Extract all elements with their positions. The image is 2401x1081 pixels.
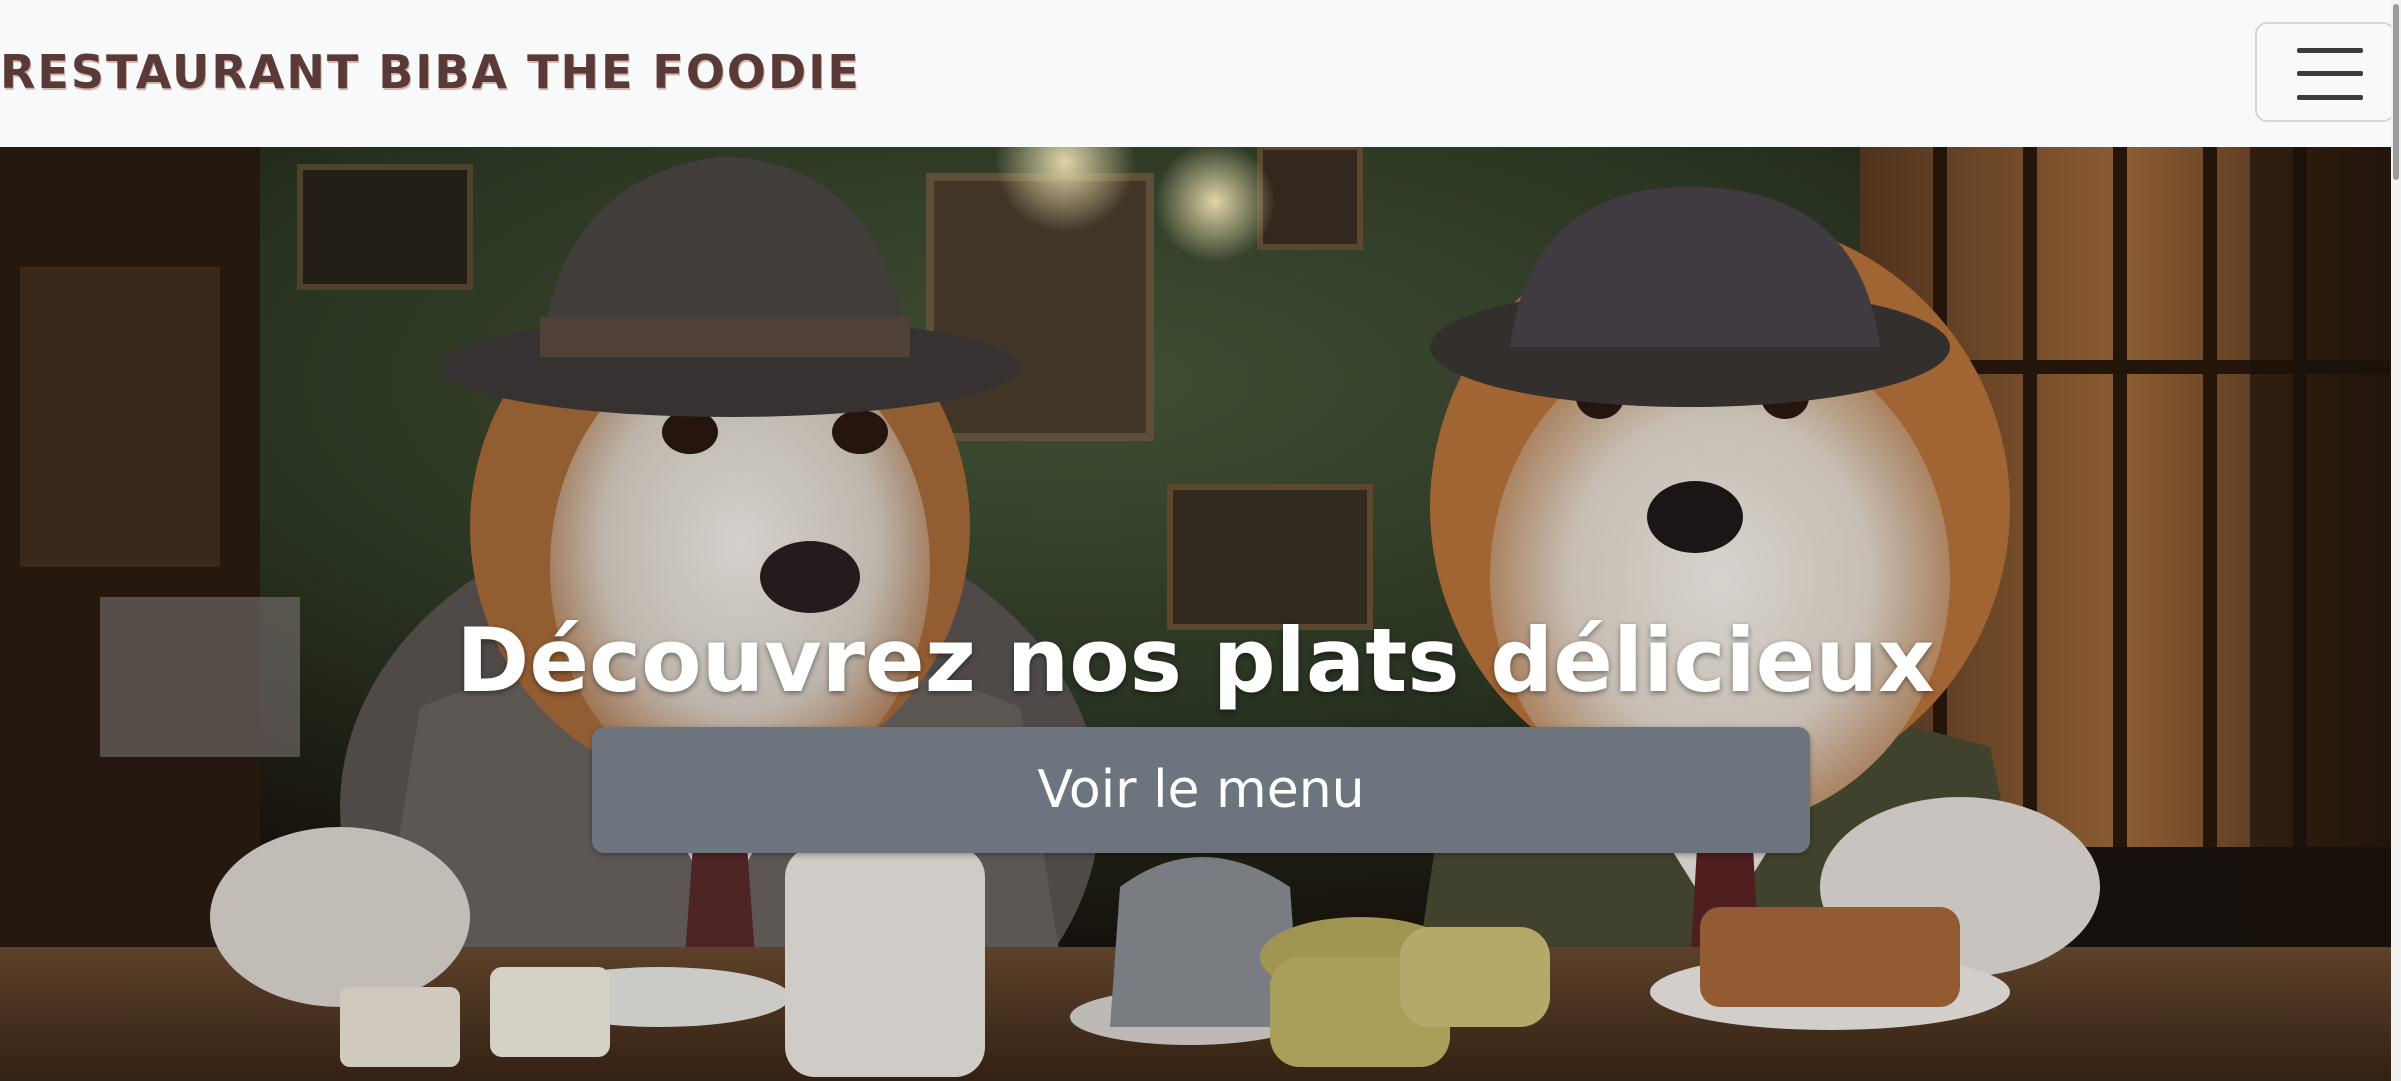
- hero-title: Découvrez nos plats délicieux: [456, 608, 1935, 712]
- navbar-toggler-button[interactable]: [2255, 22, 2395, 122]
- brand-logo-link[interactable]: RESTAURANT BIBA THE FOODIE: [0, 42, 861, 102]
- hero-section: Découvrez nos plats délicieux Voir le me…: [0, 147, 2391, 1081]
- navbar: RESTAURANT BIBA THE FOODIE: [0, 0, 2401, 147]
- view-menu-button[interactable]: Voir le menu: [592, 727, 1810, 853]
- page-scrollbar[interactable]: [2391, 0, 2401, 1081]
- hamburger-menu-icon: [2297, 48, 2363, 100]
- scrollbar-thumb[interactable]: [2393, 4, 2399, 180]
